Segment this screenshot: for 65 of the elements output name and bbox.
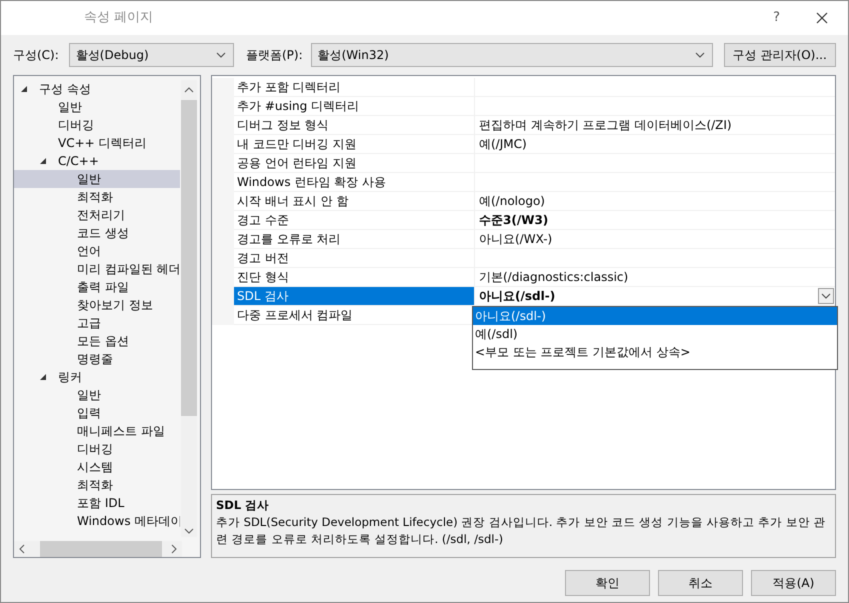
tree-item[interactable]: 입력 [14, 404, 180, 422]
tree-item[interactable]: 코드 생성 [14, 224, 180, 242]
tree-item[interactable]: 모든 옵션 [14, 332, 180, 350]
property-name[interactable]: 공용 언어 런타임 지원 [234, 154, 474, 173]
platform-label: 플랫폼(P): [246, 47, 303, 64]
property-value[interactable]: 예(/nologo) [474, 192, 835, 211]
close-icon[interactable] [816, 12, 828, 24]
dialog-button[interactable]: 확인 [565, 570, 650, 596]
property-name[interactable]: 경고 수준 [234, 211, 474, 230]
property-name[interactable]: 경고를 오류로 처리 [234, 230, 474, 249]
property-name[interactable]: 디버그 정보 형식 [234, 116, 474, 135]
help-button[interactable]: ? [773, 8, 780, 28]
tree-item[interactable]: 디버깅 [14, 116, 180, 134]
property-value[interactable]: 기본(/diagnostics:classic) [474, 268, 835, 287]
tree-item[interactable]: 미리 컴파일된 헤더 [14, 260, 180, 278]
configuration-label: 구성(C): [13, 47, 59, 64]
property-value[interactable]: 편집하며 계속하기 프로그램 데이터베이스(/ZI) [474, 116, 835, 135]
tree-item[interactable]: C/C++ [14, 152, 180, 170]
property-name[interactable]: 경고 버전 [234, 249, 474, 268]
property-value[interactable]: 예(/JMC) [474, 135, 835, 154]
tree-item[interactable]: 링커 [14, 368, 180, 386]
dropdown-option[interactable]: 아니요(/sdl-) [473, 307, 837, 325]
configuration-manager-button[interactable]: 구성 관리자(O)... [724, 43, 836, 67]
tree-item[interactable]: 시스템 [14, 458, 180, 476]
tree-item[interactable]: 전처리기 [14, 206, 180, 224]
tree-item[interactable]: 일반 [14, 386, 180, 404]
dropdown-button[interactable] [818, 288, 834, 304]
collapse-icon[interactable] [39, 157, 47, 165]
property-name[interactable]: 내 코드만 디버깅 지원 [234, 135, 474, 154]
dialog-button[interactable]: 적용(A) [751, 570, 836, 596]
tree-item[interactable]: 일반 [14, 170, 180, 188]
tree-item[interactable]: 고급 [14, 314, 180, 332]
property-value[interactable]: 수준3(/W3) [474, 211, 835, 230]
property-name[interactable]: 시작 배너 표시 안 함 [234, 192, 474, 211]
tree-item[interactable]: 찾아보기 정보 [14, 296, 180, 314]
scroll-thumb[interactable] [40, 541, 162, 557]
collapse-icon[interactable] [39, 373, 47, 381]
property-name[interactable]: 추가 포함 디렉터리 [234, 78, 474, 97]
property-name[interactable]: Windows 런타임 확장 사용 [234, 173, 474, 192]
caret-icon [694, 50, 706, 60]
property-name[interactable]: SDL 검사 [234, 287, 474, 306]
tree-item[interactable]: 최적화 [14, 476, 180, 494]
dropdown-option[interactable]: <부모 또는 프로젝트 기본값에서 상속> [473, 343, 837, 361]
tree-item[interactable]: 매니페스트 파일 [14, 422, 180, 440]
tree-item[interactable]: 최적화 [14, 188, 180, 206]
tree-item[interactable]: 포함 IDL [14, 494, 180, 512]
property-value[interactable]: 아니요(/WX-) [474, 230, 835, 249]
tree-item[interactable]: VC++ 디렉터리 [14, 134, 180, 152]
caret-icon [214, 50, 227, 60]
description-title: SDL 검사 [216, 497, 270, 514]
tree-item[interactable]: 언어 [14, 242, 180, 260]
tree-item[interactable]: 출력 파일 [14, 278, 180, 296]
tree-item[interactable]: 명령줄 [14, 350, 180, 368]
dialog-button[interactable]: 취소 [658, 570, 743, 596]
tree-item[interactable]: 디버깅 [14, 440, 180, 458]
description-text: 추가 SDL(Security Development Lifecycle) 권장 검사입니다. 추가 보안 코드 생성 기능을 사용하고 추가 보안 관련 경로를 오류로 처리하도록 설정합니다. (/sdl, /sdl-) [216, 514, 826, 548]
tree-item[interactable]: 구성 속성 [14, 80, 180, 98]
dropdown-option[interactable]: 예(/sdl) [473, 325, 837, 343]
window-title: 속성 페이지 [84, 9, 154, 28]
property-name[interactable]: 추가 #using 디렉터리 [234, 97, 474, 116]
configuration-dropdown[interactable]: 활성(Debug) [68, 43, 234, 67]
collapse-icon[interactable] [20, 85, 28, 93]
tree-item[interactable]: 일반 [14, 98, 180, 116]
scroll-thumb[interactable] [181, 100, 197, 416]
platform-dropdown[interactable]: 활성(Win32) [310, 43, 713, 67]
